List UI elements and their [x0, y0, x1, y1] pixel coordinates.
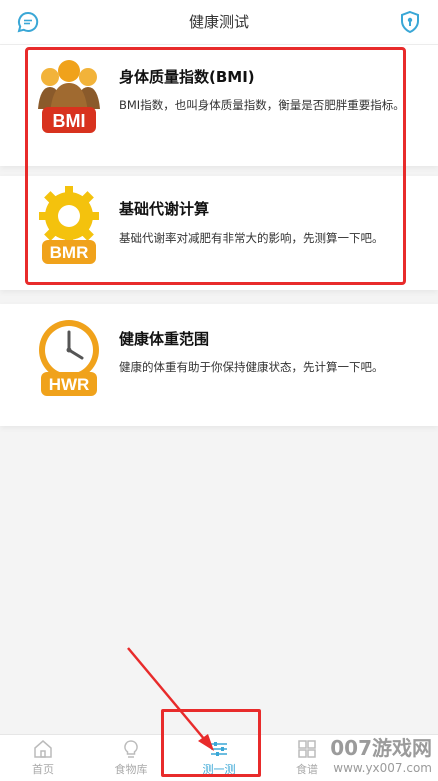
bmr-gear-icon: BMR [39, 186, 99, 264]
bmi-card[interactable]: BMI 身体质量指数(BMI) BMI指数，也叫身体质量指数，衡量是否肥胖重要指… [0, 45, 438, 166]
tab-test[interactable]: 测一测 [179, 735, 259, 781]
watermark-url: www.yx007.com [333, 761, 432, 775]
bmr-card[interactable]: BMR 基础代谢计算 基础代谢率对减肥有非常大的影响，先测算一下吧。 [0, 176, 438, 290]
bmr-card-title: 基础代谢计算 [119, 200, 210, 218]
bmi-card-title: 身体质量指数(BMI) [119, 68, 255, 86]
hwr-card-title: 健康体重范围 [119, 330, 210, 348]
app-header: 健康测试 [0, 0, 438, 45]
home-icon [34, 740, 52, 758]
bmr-logo-text: BMR [50, 243, 89, 262]
tab-food-library-label: 食物库 [114, 763, 148, 776]
bmi-people-icon: BMI [38, 60, 100, 133]
hwr-clock-icon: HWR [39, 320, 99, 396]
lightbulb-icon [124, 740, 138, 758]
bmi-card-desc: BMI指数，也叫身体质量指数，衡量是否肥胖重要指标。 [119, 98, 405, 112]
watermark-brand: 007游戏网 [330, 736, 432, 760]
bmi-logo-text: BMI [53, 111, 86, 131]
hwr-logo-text: HWR [49, 375, 90, 394]
tab-test-label: 测一测 [202, 763, 236, 776]
tab-food-library[interactable]: 食物库 [91, 735, 171, 781]
hwr-card-desc: 健康的体重有助于你保持健康状态，先计算一下吧。 [119, 360, 384, 374]
sliders-icon [211, 742, 227, 756]
site-watermark: 007游戏网 www.yx007.com [292, 736, 432, 778]
page-title: 健康测试 [188, 13, 249, 31]
bmr-card-desc: 基础代谢率对减肥有非常大的影响，先测算一下吧。 [119, 231, 384, 245]
hwr-card[interactable]: HWR 健康体重范围 健康的体重有助于你保持健康状态，先计算一下吧。 [0, 304, 438, 426]
tab-home[interactable]: 首页 [3, 735, 83, 781]
tab-home-label: 首页 [32, 763, 54, 776]
shield-lock-icon[interactable] [398, 10, 422, 34]
